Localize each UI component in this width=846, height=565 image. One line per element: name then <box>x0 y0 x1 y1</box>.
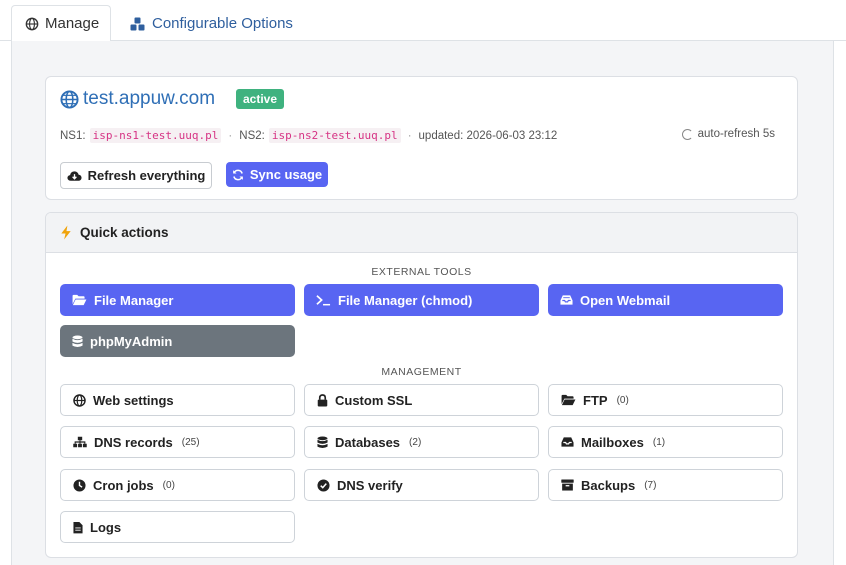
updated-timestamp: updated: 2026-06-03 23:12 <box>418 129 558 142</box>
open-webmail-button[interactable]: Open Webmail <box>548 284 783 316</box>
file-icon <box>73 521 83 533</box>
inbox-icon <box>560 295 573 305</box>
custom-ssl-button[interactable]: Custom SSL <box>304 384 539 416</box>
web-settings-button[interactable]: Web settings <box>60 384 295 416</box>
ftp-label: FTP <box>583 392 608 408</box>
sync-icon <box>232 169 243 180</box>
database-icon <box>317 436 328 448</box>
dns-verify-label: DNS verify <box>337 477 403 493</box>
auto-refresh-label: auto-refresh 5s <box>697 128 775 140</box>
tab-manage[interactable]: Manage <box>11 5 111 42</box>
ns2-value: isp-ns2-test.uuq.pl <box>268 128 401 143</box>
separator-dot: · <box>407 129 412 142</box>
custom-ssl-label: Custom SSL <box>335 392 413 408</box>
cubes-icon <box>130 17 145 30</box>
tab-configurable-options[interactable]: Configurable Options <box>117 5 306 42</box>
domain-summary-card: test.appuw.com active NS1: isp-ns1-test.… <box>45 76 798 200</box>
globe-icon <box>60 89 79 109</box>
backups-button[interactable]: Backups (7) <box>548 469 783 501</box>
nameserver-info: NS1: isp-ns1-test.uuq.pl · NS2: isp-ns2-… <box>60 128 557 143</box>
ftp-count: (0) <box>616 394 629 406</box>
cron-jobs-count: (0) <box>162 479 175 491</box>
ns1-value: isp-ns1-test.uuq.pl <box>89 128 222 143</box>
spinner-icon <box>681 128 693 140</box>
file-manager-chmod-label: File Manager (chmod) <box>338 292 473 308</box>
status-badge: active <box>236 89 285 109</box>
ftp-button[interactable]: FTP (0) <box>548 384 783 416</box>
phpmyadmin-label: phpMyAdmin <box>90 333 173 349</box>
web-settings-label: Web settings <box>93 392 174 408</box>
backups-label: Backups <box>581 477 636 493</box>
refresh-everything-button[interactable]: Refresh everything <box>60 162 212 189</box>
bolt-icon <box>61 225 71 240</box>
dns-verify-button[interactable]: DNS verify <box>304 469 539 501</box>
quick-actions-header: Quick actions <box>46 213 797 253</box>
dns-records-count: (25) <box>181 436 200 448</box>
dns-records-button[interactable]: DNS records (25) <box>60 426 295 458</box>
logs-button[interactable]: Logs <box>60 511 295 543</box>
mailboxes-button[interactable]: Mailboxes (1) <box>548 426 783 458</box>
sync-usage-button[interactable]: Sync usage <box>226 162 328 187</box>
archive-icon <box>561 479 574 491</box>
clock-icon <box>73 478 86 492</box>
databases-label: Databases <box>335 434 401 450</box>
auto-refresh-indicator: auto-refresh 5s <box>681 128 775 140</box>
separator-dot: · <box>228 129 233 142</box>
tab-manage-label: Manage <box>45 15 100 32</box>
inbox-icon <box>561 437 574 447</box>
tab-configurable-options-label: Configurable Options <box>152 15 293 32</box>
cron-jobs-label: Cron jobs <box>93 477 154 493</box>
quick-actions-title: Quick actions <box>80 225 169 240</box>
check-circle-icon <box>317 478 330 492</box>
globe-icon <box>25 17 39 30</box>
quick-actions-card: Quick actions EXTERNAL TOOLS File Manage… <box>45 212 798 558</box>
tab-bar: Manage Configurable Options <box>0 0 846 42</box>
ns2-label: NS2: <box>239 129 265 142</box>
cron-jobs-button[interactable]: Cron jobs (0) <box>60 469 295 501</box>
folder-open-icon <box>561 394 576 406</box>
sitemap-icon <box>73 436 87 448</box>
backups-count: (7) <box>644 479 657 491</box>
databases-button[interactable]: Databases (2) <box>304 426 539 458</box>
mailboxes-label: Mailboxes <box>581 434 644 450</box>
phpmyadmin-button[interactable]: phpMyAdmin <box>60 325 295 357</box>
open-webmail-label: Open Webmail <box>580 292 671 308</box>
file-manager-label: File Manager <box>94 292 174 308</box>
mailboxes-count: (1) <box>652 436 666 448</box>
dns-records-label: DNS records <box>94 434 173 450</box>
domain-title: test.appuw.com <box>60 88 215 110</box>
lock-icon <box>317 393 328 406</box>
ns1-label: NS1: <box>60 129 86 142</box>
terminal-icon <box>316 295 331 306</box>
databases-count: (2) <box>409 436 422 448</box>
cloud-download-icon <box>67 170 82 181</box>
sync-usage-label: Sync usage <box>249 167 323 182</box>
file-manager-button[interactable]: File Manager <box>60 284 295 316</box>
refresh-everything-label: Refresh everything <box>87 168 206 183</box>
domain-name-link[interactable]: test.appuw.com <box>83 88 215 110</box>
folder-open-icon <box>72 294 87 306</box>
logs-label: Logs <box>90 519 122 535</box>
database-icon <box>72 335 83 347</box>
globe-icon <box>73 393 86 407</box>
external-tools-heading: EXTERNAL TOOLS <box>371 266 472 278</box>
management-heading: MANAGEMENT <box>381 366 462 378</box>
file-manager-chmod-button[interactable]: File Manager (chmod) <box>304 284 539 316</box>
